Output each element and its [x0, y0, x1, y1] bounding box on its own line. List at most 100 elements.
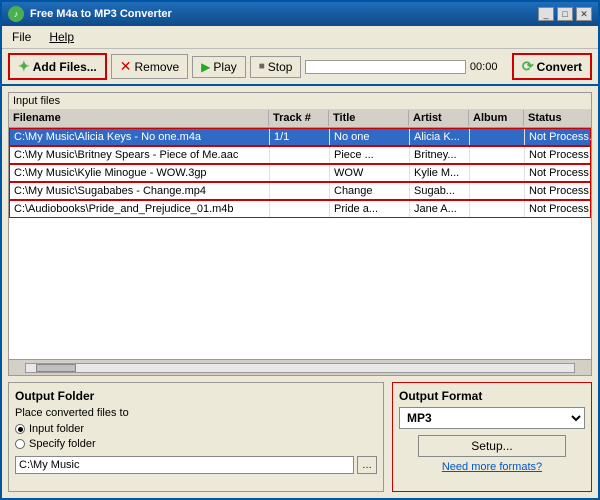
cell-2: No one: [330, 129, 410, 145]
stop-button[interactable]: ■ Stop: [250, 56, 302, 78]
col-filename: Filename: [9, 110, 269, 126]
cell-1: [270, 201, 330, 217]
input-files-section: Input files Filename Track # Title Artis…: [8, 92, 592, 376]
table-row[interactable]: C:\Audiobooks\Pride_and_Prejudice_01.m4b…: [9, 200, 591, 218]
folder-input-row: …: [15, 456, 377, 474]
table-row[interactable]: C:\My Music\Sugababes - Change.mp4 Change…: [9, 182, 591, 200]
stop-icon: ■: [259, 61, 265, 72]
cell-0: C:\My Music\Sugababes - Change.mp4: [10, 183, 270, 199]
window-title: Free M4a to MP3 Converter: [30, 8, 172, 20]
cell-5: Not Processed: [525, 129, 591, 145]
output-folder-panel: Output Folder Place converted files to I…: [8, 382, 384, 492]
output-format-label: Output Format: [399, 389, 585, 403]
title-bar: ♪ Free M4a to MP3 Converter _ □ ✕: [2, 2, 598, 26]
convert-button[interactable]: ⟳ Convert: [512, 53, 592, 80]
add-files-label: Add Files...: [33, 60, 97, 74]
cell-4: [470, 183, 525, 199]
title-bar-left: ♪ Free M4a to MP3 Converter: [8, 6, 172, 22]
menu-bar: File Help: [2, 26, 598, 49]
add-icon: ✦: [18, 58, 30, 75]
cell-4: [470, 129, 525, 145]
cell-5: Not Processed: [525, 183, 591, 199]
add-files-button[interactable]: ✦ Add Files...: [8, 53, 107, 80]
progress-bar: [305, 60, 465, 74]
output-folder-sublabel: Place converted files to: [15, 407, 377, 419]
folder-path-input[interactable]: [15, 456, 354, 474]
radio-specify-folder[interactable]: Specify folder: [15, 438, 377, 450]
cell-4: [470, 165, 525, 181]
bottom-section: Output Folder Place converted files to I…: [8, 382, 592, 492]
radio-specify-folder-circle[interactable]: [15, 439, 25, 449]
cell-3: Alicia K...: [410, 129, 470, 145]
close-button[interactable]: ✕: [576, 7, 592, 21]
play-icon: ▶: [201, 60, 210, 74]
cell-1: [270, 165, 330, 181]
cell-2: Change: [330, 183, 410, 199]
cell-3: Sugab...: [410, 183, 470, 199]
maximize-button[interactable]: □: [557, 7, 573, 21]
menu-help[interactable]: Help: [45, 28, 78, 46]
cell-1: [270, 183, 330, 199]
col-artist: Artist: [409, 110, 469, 126]
format-select-row: MP3AACWAVOGGFLAC: [399, 407, 585, 429]
minimize-button[interactable]: _: [538, 7, 554, 21]
cell-1: [270, 147, 330, 163]
col-status: Status: [524, 110, 591, 126]
cell-0: C:\My Music\Alicia Keys - No one.m4a: [10, 129, 270, 145]
col-track: Track #: [269, 110, 329, 126]
radio-input-folder-circle[interactable]: [15, 424, 25, 434]
cell-3: Kylie M...: [410, 165, 470, 181]
scrollbar-thumb[interactable]: [36, 364, 76, 372]
menu-file[interactable]: File: [8, 28, 35, 46]
cell-3: Britney...: [410, 147, 470, 163]
folder-browse-button[interactable]: …: [357, 456, 377, 474]
input-files-title: Input files: [9, 93, 591, 109]
remove-button[interactable]: ✕ Remove: [111, 54, 188, 79]
app-icon: ♪: [8, 6, 24, 22]
play-label: Play: [213, 60, 236, 74]
setup-button[interactable]: Setup...: [418, 435, 567, 457]
title-controls: _ □ ✕: [538, 7, 592, 21]
cell-2: Pride a...: [330, 201, 410, 217]
output-format-panel: Output Format MP3AACWAVOGGFLAC Setup... …: [392, 382, 592, 492]
cell-3: Jane A...: [410, 201, 470, 217]
folder-radio-group: Input folder Specify folder: [15, 423, 377, 450]
convert-icon: ⟳: [522, 58, 534, 75]
table-header: Filename Track # Title Artist Album Stat…: [9, 109, 591, 128]
output-folder-label: Output Folder: [15, 389, 377, 403]
cell-5: Not Processed: [525, 201, 591, 217]
col-title: Title: [329, 110, 409, 126]
radio-input-folder[interactable]: Input folder: [15, 423, 377, 435]
cell-0: C:\My Music\Kylie Minogue - WOW.3gp: [10, 165, 270, 181]
file-table: Filename Track # Title Artist Album Stat…: [9, 109, 591, 359]
cell-5: Not Processed: [525, 147, 591, 163]
play-button[interactable]: ▶ Play: [192, 56, 246, 78]
table-row[interactable]: C:\My Music\Alicia Keys - No one.m4a1/1N…: [9, 128, 591, 146]
horizontal-scrollbar[interactable]: [9, 359, 591, 375]
cell-2: WOW: [330, 165, 410, 181]
progress-area: 00:00: [305, 60, 507, 74]
cell-5: Not Processed: [525, 165, 591, 181]
toolbar: ✦ Add Files... ✕ Remove ▶ Play ■ Stop 00…: [2, 49, 598, 86]
table-row[interactable]: C:\My Music\Britney Spears - Piece of Me…: [9, 146, 591, 164]
cell-0: C:\Audiobooks\Pride_and_Prejudice_01.m4b: [10, 201, 270, 217]
cell-4: [470, 201, 525, 217]
scrollbar-track[interactable]: [25, 363, 575, 373]
content-area: Input files Filename Track # Title Artis…: [2, 86, 598, 498]
col-album: Album: [469, 110, 524, 126]
cell-4: [470, 147, 525, 163]
time-display: 00:00: [470, 61, 508, 73]
main-window: ♪ Free M4a to MP3 Converter _ □ ✕ File H…: [0, 0, 600, 500]
remove-label: Remove: [134, 60, 179, 74]
table-body: C:\My Music\Alicia Keys - No one.m4a1/1N…: [9, 128, 591, 359]
cell-1: 1/1: [270, 129, 330, 145]
radio-input-folder-label: Input folder: [29, 423, 84, 435]
cell-0: C:\My Music\Britney Spears - Piece of Me…: [10, 147, 270, 163]
format-select[interactable]: MP3AACWAVOGGFLAC: [399, 407, 585, 429]
stop-label: Stop: [268, 60, 293, 74]
radio-specify-folder-label: Specify folder: [29, 438, 96, 450]
more-formats-link[interactable]: Need more formats?: [399, 461, 585, 473]
remove-icon: ✕: [120, 58, 132, 75]
cell-2: Piece ...: [330, 147, 410, 163]
table-row[interactable]: C:\My Music\Kylie Minogue - WOW.3gp WOWKy…: [9, 164, 591, 182]
